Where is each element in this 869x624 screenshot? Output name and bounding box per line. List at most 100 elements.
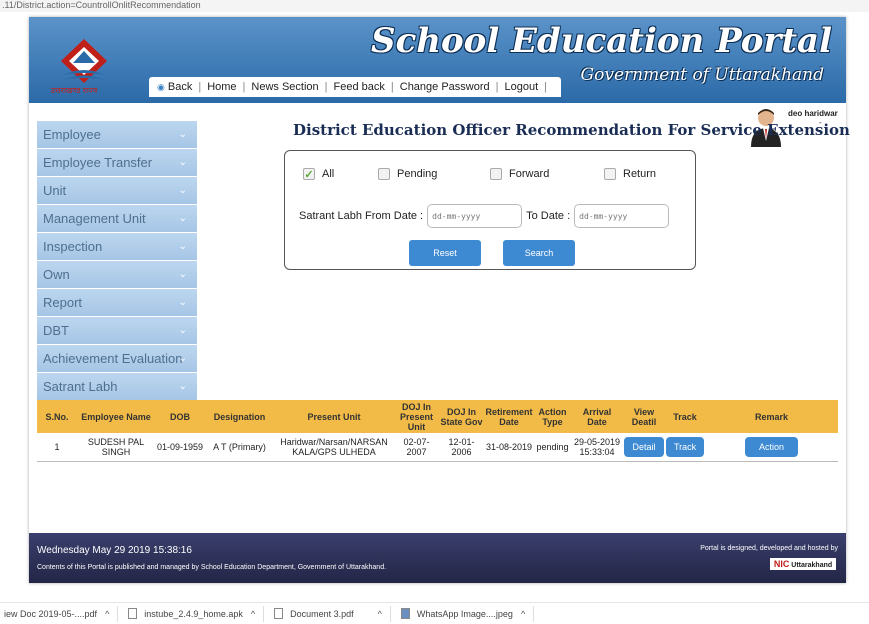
nic-logo: NIC Uttarakhand (770, 558, 836, 570)
nav-feedback-link[interactable]: Feed back (334, 81, 385, 93)
sidebar-item-dbt[interactable]: DBT ⌄ (37, 317, 197, 345)
sidebar-item-report[interactable]: Report ⌄ (37, 289, 197, 317)
download-file-name: instube_2.4.9_home.apk (144, 608, 243, 619)
sidebar-item-employee-transfer[interactable]: Employee Transfer ⌄ (37, 149, 197, 177)
column-header: View Deatil (623, 400, 665, 433)
chevron-down-icon: ⌄ (178, 185, 187, 196)
filter-pending-checkbox[interactable]: Pending (378, 168, 437, 180)
nav-separator: | (198, 81, 202, 93)
sidebar-item-unit[interactable]: Unit ⌄ (37, 177, 197, 205)
table-row: 1 SUDESH PAL SINGH 01-09-1959 A T (Prima… (37, 433, 838, 462)
sidebar-item-label: Report (43, 295, 83, 310)
download-file-name: iew Doc 2019-05-....pdf (4, 608, 98, 619)
date-range-row: Satrant Labh From Date : To Date : (299, 204, 673, 228)
sidebar-item-own[interactable]: Own ⌄ (37, 261, 197, 289)
column-header: Present Unit (274, 400, 394, 433)
sidebar-item-label: Unit (43, 183, 67, 198)
sidebar-item-satrant-labh[interactable]: Satrant Labh ⌄ (37, 373, 197, 401)
chevron-up-icon[interactable]: ^ (251, 609, 255, 619)
footer-credit: Portal is designed, developed and hosted… (700, 545, 838, 552)
user-name: deo haridwar (788, 109, 838, 118)
checkmark-icon: ✓ (303, 168, 315, 181)
cell-present-unit: Haridwar/Narsan/NARSAN KALA/GPS ULHEDA (274, 433, 394, 462)
nav-separator: | (390, 81, 394, 93)
cell-sno: 1 (37, 433, 77, 462)
nav-home-link[interactable]: Home (207, 81, 236, 93)
to-date-label: To Date : (526, 210, 571, 222)
nav-news-link[interactable]: News Section (251, 81, 318, 93)
sidebar-item-inspection[interactable]: Inspection ⌄ (37, 233, 197, 261)
sidebar-item-label: Management Unit (43, 211, 146, 226)
state-name-label: उत्तराखण्ड राज्य (50, 86, 98, 95)
nav-change-password-link[interactable]: Change Password (400, 81, 490, 93)
filter-all-label: All (322, 168, 335, 180)
sidebar-item-label: Inspection (43, 239, 103, 254)
download-item[interactable]: Document 3.pdf ^ (274, 605, 401, 622)
divider (389, 605, 391, 622)
sidebar-item-label: Employee Transfer (43, 155, 153, 170)
column-header: Track (665, 400, 705, 433)
chevron-up-icon[interactable]: ^ (105, 609, 109, 619)
nic-logo-suffix: Uttarakhand (791, 562, 833, 569)
cell-doj-present-unit: 02-07-2007 (394, 433, 439, 462)
nav-separator: | (242, 81, 246, 93)
from-date-input[interactable] (427, 204, 523, 228)
search-button[interactable]: Search (503, 240, 575, 266)
sidebar-item-label: Satrant Labh (43, 379, 118, 394)
divider (263, 605, 265, 622)
from-date-label: Satrant Labh From Date : (299, 210, 424, 222)
chevron-down-icon: ⌄ (178, 157, 187, 168)
portal-title: School Education Portal (371, 21, 832, 61)
footer-datetime: Wednesday May 29 2019 15:38:16 (37, 545, 192, 556)
action-button[interactable]: Action (744, 436, 798, 457)
chevron-up-icon[interactable]: ^ (378, 609, 382, 619)
chevron-down-icon: ⌄ (178, 129, 187, 140)
column-header: DOB (155, 400, 205, 433)
column-header: Retirement Date (484, 400, 534, 433)
sidebar-item-employee[interactable]: Employee ⌄ (37, 121, 197, 149)
column-header: DOJ In Present Unit (394, 400, 439, 433)
portal-footer: Wednesday May 29 2019 15:38:16 Contents … (29, 533, 846, 583)
cell-track: Track (665, 433, 705, 462)
download-file-name: Document 3.pdf (290, 608, 354, 619)
detail-button[interactable]: Detail (624, 436, 664, 457)
download-item[interactable]: instube_2.4.9_home.apk ^ (128, 605, 274, 622)
back-icon: ◉ (157, 81, 165, 92)
download-file-name: WhatsApp Image....jpeg (416, 608, 513, 619)
browser-url-bar[interactable]: .11/District.action=CountrollOnlitRecomm… (0, 0, 869, 12)
to-date-input[interactable] (574, 204, 670, 228)
sidebar-item-label: DBT (43, 323, 69, 338)
download-item[interactable]: iew Doc 2019-05-....pdf ^ (4, 605, 128, 622)
divider (117, 605, 119, 622)
column-header: Action Type (534, 400, 571, 433)
download-item[interactable]: WhatsApp Image....jpeg ^ (400, 605, 544, 622)
page-title: District Education Officer Recommendatio… (293, 121, 850, 139)
nav-back-link[interactable]: Back (168, 81, 192, 93)
cell-employee-name: SUDESH PAL SINGH (77, 433, 155, 462)
column-header: Employee Name (77, 400, 155, 433)
filter-forward-checkbox[interactable]: Forward (490, 168, 549, 180)
sidebar-item-label: Achievement Evaluation (43, 351, 183, 366)
checkbox-icon (604, 168, 616, 180)
reset-button[interactable]: Reset (409, 240, 481, 266)
column-header: DOJ In State Gov (439, 400, 484, 433)
portal-frame: उत्तराखण्ड राज्य School Education Portal… (29, 17, 850, 583)
track-button[interactable]: Track (666, 436, 705, 457)
nav-separator: | (324, 81, 328, 93)
chevron-down-icon: ⌄ (178, 241, 187, 252)
file-icon (128, 608, 138, 619)
portal-header: उत्तराखण्ड राज्य School Education Portal… (29, 17, 846, 103)
cell-designation: A T (Primary) (205, 433, 274, 462)
chevron-up-icon[interactable]: ^ (521, 609, 525, 619)
cell-view-detail: Detail (623, 433, 665, 462)
nav-logout-link[interactable]: Logout (505, 81, 539, 93)
sidebar-item-management-unit[interactable]: Management Unit ⌄ (37, 205, 197, 233)
filter-panel: ✓ All Pending Forward Return Satrant Labh… (284, 150, 696, 270)
table-header-row: S.No. Employee Name DOB Designation Pres… (37, 400, 838, 433)
sidebar-item-label: Own (43, 267, 70, 282)
column-header: Designation (205, 400, 274, 433)
filter-return-checkbox[interactable]: Return (604, 168, 656, 180)
filter-all-checkbox[interactable]: ✓ All (303, 168, 335, 181)
column-header: Remark (705, 400, 838, 433)
sidebar-item-achievement-evaluation[interactable]: Achievement Evaluation ⌄ (37, 345, 197, 373)
